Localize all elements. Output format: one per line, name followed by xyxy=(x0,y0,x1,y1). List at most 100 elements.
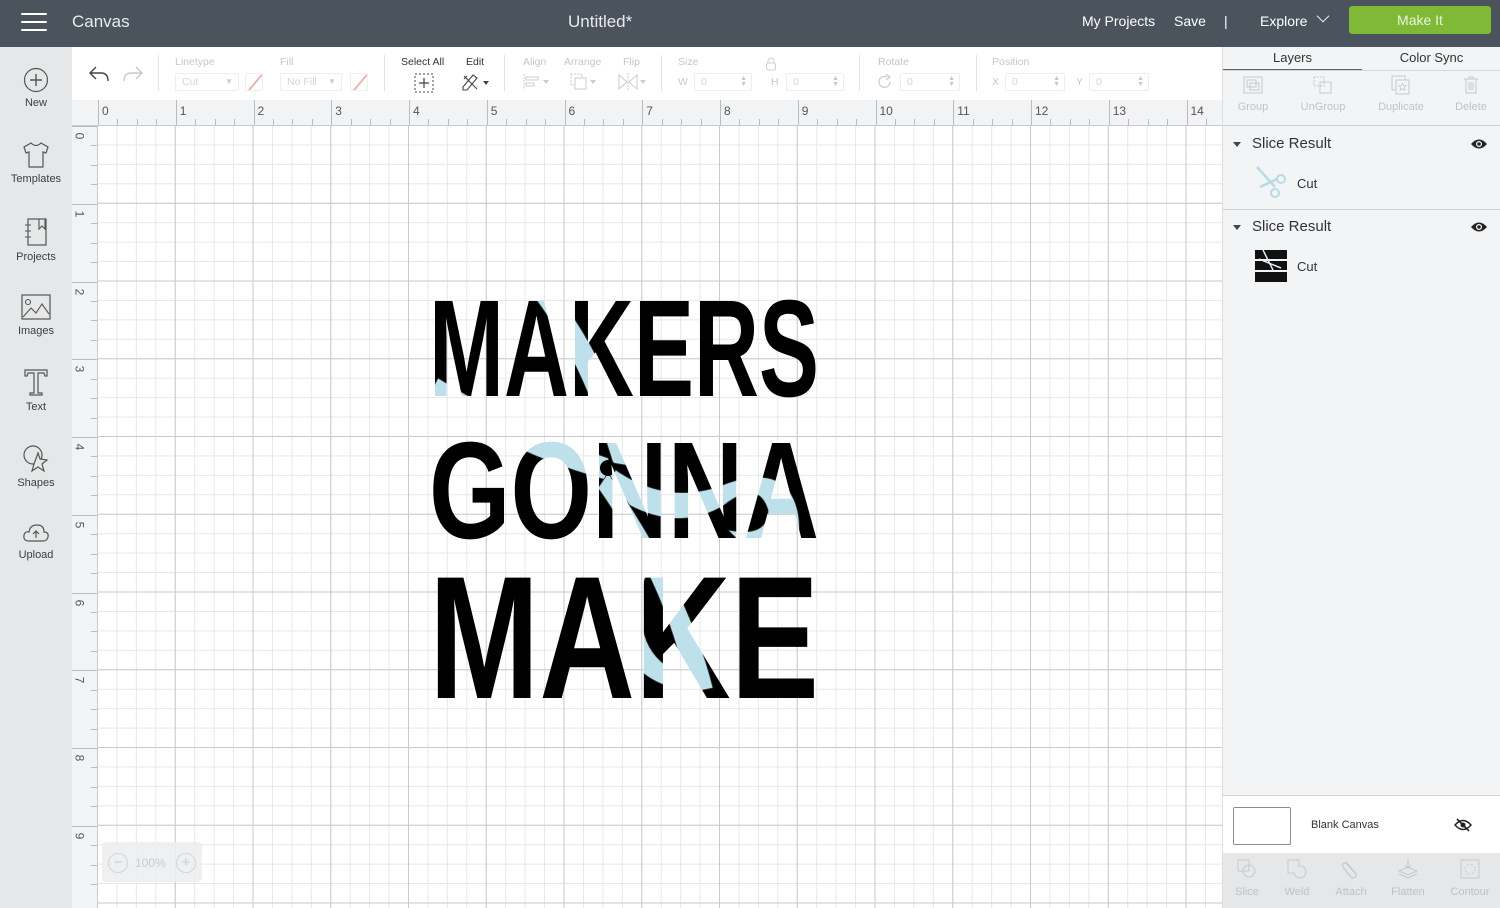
contour-label: Contour xyxy=(1450,886,1490,898)
ruler-minor-tick xyxy=(992,119,994,125)
left-sidebar: New Templates Projects Images Text Shape… xyxy=(0,47,72,908)
linetype-color-swatch[interactable] xyxy=(245,73,263,91)
ruler-minor-tick xyxy=(370,119,372,125)
ruler-minor-tick xyxy=(1205,119,1207,125)
sidebar-item-templates[interactable]: Templates xyxy=(0,141,72,185)
ruler-major-tick xyxy=(72,670,97,672)
blank-canvas-layer[interactable]: Blank Canvas xyxy=(1223,795,1500,853)
stepper-icon[interactable]: ▲ ▼ xyxy=(740,75,747,88)
sidebar-item-projects[interactable]: Projects xyxy=(0,217,72,263)
edit-tools-icon[interactable] xyxy=(461,73,491,91)
fill-select[interactable]: No Fill ▼ xyxy=(280,73,342,91)
linetype-label: Linetype xyxy=(175,56,215,68)
fill-color-swatch[interactable] xyxy=(350,73,368,91)
position-x-input[interactable]: 0 ▲ ▼ xyxy=(1005,73,1065,91)
edit-label[interactable]: Edit xyxy=(466,56,484,68)
ruler-minor-tick xyxy=(272,119,274,125)
ruler-label: 1 xyxy=(72,210,87,218)
layer-group[interactable]: Slice Result Cut xyxy=(1223,218,1500,292)
stepper-icon[interactable]: ▲ ▼ xyxy=(832,75,839,88)
redo-icon[interactable] xyxy=(122,65,144,83)
sidebar-item-upload[interactable]: Upload xyxy=(0,521,72,561)
my-projects-link[interactable]: My Projects xyxy=(1082,13,1155,29)
ruler-label: 9 xyxy=(72,832,87,840)
text-T-icon xyxy=(24,369,48,396)
eye-icon[interactable] xyxy=(1470,138,1488,150)
ruler-minor-tick xyxy=(91,650,97,652)
tab-color-sync[interactable]: Color Sync xyxy=(1362,47,1500,71)
attach-label: Attach xyxy=(1335,886,1367,898)
make-it-button[interactable]: Make It xyxy=(1349,6,1491,34)
sidebar-item-text[interactable]: Text xyxy=(0,367,72,413)
group-button[interactable]: Group xyxy=(1235,75,1271,113)
collapse-caret-icon[interactable] xyxy=(1233,225,1241,230)
image-icon xyxy=(21,294,51,320)
ungroup-button[interactable]: UnGroup xyxy=(1297,75,1349,113)
linetype-select[interactable]: Cut ▼ xyxy=(175,73,239,91)
eye-hidden-icon[interactable] xyxy=(1454,818,1472,832)
lock-icon xyxy=(766,57,776,71)
rotate-icon xyxy=(878,74,892,88)
y-label: Y xyxy=(1076,76,1084,88)
tab-layers[interactable]: Layers xyxy=(1223,47,1362,71)
ruler-minor-tick xyxy=(525,119,527,125)
ruler-label: 8 xyxy=(72,754,87,762)
scissors-thumbnail xyxy=(1256,166,1286,198)
layers-panel: Layers Color Sync Group UnGroup Duplicat… xyxy=(1222,47,1500,908)
fill-value: No Fill xyxy=(287,76,317,88)
ruler-minor-tick xyxy=(91,495,97,497)
position-y-input[interactable]: 0 ▲ ▼ xyxy=(1089,73,1149,91)
eye-icon[interactable] xyxy=(1470,221,1488,233)
zoom-in-button[interactable]: + xyxy=(176,853,196,873)
ruler-minor-tick xyxy=(91,262,97,264)
sidebar-item-images[interactable]: Images xyxy=(0,293,72,337)
duplicate-button[interactable]: Duplicate xyxy=(1375,75,1427,113)
x-value: 0 xyxy=(1012,76,1018,88)
delete-button[interactable]: Delete xyxy=(1451,75,1491,113)
ruler-minor-tick xyxy=(447,119,449,125)
delete-label: Delete xyxy=(1455,101,1487,113)
width-input[interactable]: 0 ▲ ▼ xyxy=(694,73,752,91)
rotate-input[interactable]: 0 ▲ ▼ xyxy=(900,73,960,91)
sidebar-item-shapes[interactable]: Shapes xyxy=(0,443,72,489)
ruler-minor-tick xyxy=(91,806,97,808)
ruler-minor-tick xyxy=(1050,119,1052,125)
height-input[interactable]: 0 ▲ ▼ xyxy=(786,73,844,91)
explore-menu[interactable]: Explore xyxy=(1260,13,1307,29)
save-link[interactable]: Save xyxy=(1174,13,1206,29)
select-all-icon[interactable] xyxy=(414,73,434,93)
ruler-label: 2 xyxy=(72,288,87,295)
layer-group[interactable]: Slice Result Cut xyxy=(1223,135,1500,209)
flatten-button[interactable]: Flatten xyxy=(1387,858,1429,898)
slice-button[interactable]: Slice xyxy=(1229,858,1265,898)
ruler-label: 7 xyxy=(72,676,87,684)
layer-item-label: Cut xyxy=(1297,176,1318,191)
ruler-minor-tick xyxy=(758,119,760,125)
ruler-label: 4 xyxy=(72,443,87,451)
attach-button[interactable]: Attach xyxy=(1331,858,1371,898)
select-all-label[interactable]: Select All xyxy=(401,56,444,68)
chevron-down-icon[interactable] xyxy=(1316,9,1330,23)
ruler-major-tick xyxy=(72,281,97,283)
weld-button[interactable]: Weld xyxy=(1279,858,1315,898)
rotate-value: 0 xyxy=(907,76,913,88)
ruler-minor-tick xyxy=(91,709,97,711)
collapse-caret-icon[interactable] xyxy=(1233,142,1241,147)
menu-icon[interactable] xyxy=(21,13,47,33)
ruler-minor-tick xyxy=(467,119,469,125)
contour-icon xyxy=(1460,859,1480,879)
contour-button[interactable]: Contour xyxy=(1447,858,1493,898)
stepper-icon[interactable]: ▲ ▼ xyxy=(948,75,955,88)
undo-icon[interactable] xyxy=(88,65,110,83)
ruler-minor-tick xyxy=(91,845,97,847)
stepper-icon[interactable]: ▲ ▼ xyxy=(1053,75,1060,88)
shapes-icon xyxy=(23,445,49,473)
ruler-minor-tick xyxy=(681,119,683,125)
stepper-icon[interactable]: ▲ ▼ xyxy=(1137,75,1144,88)
sidebar-item-new[interactable]: New xyxy=(0,67,72,109)
notebook-icon xyxy=(25,218,47,246)
ruler-minor-tick xyxy=(700,119,702,125)
zoom-out-button[interactable]: − xyxy=(108,853,128,873)
ruler-major-tick xyxy=(72,592,97,594)
makers-gonna-make-artwork[interactable]: MAKERS GONNA MAKE xyxy=(428,288,820,700)
